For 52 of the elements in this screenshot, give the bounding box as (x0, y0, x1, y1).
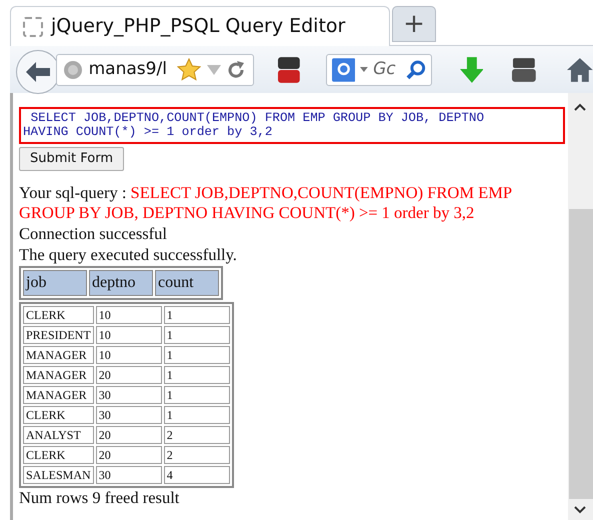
scroll-thumb[interactable] (569, 209, 593, 499)
scroll-up-icon[interactable] (574, 103, 586, 111)
page-icon (23, 16, 43, 36)
table-cell: 30 (96, 406, 162, 424)
new-tab-button[interactable]: + (392, 6, 436, 42)
search-bar[interactable]: Gc (326, 54, 432, 86)
table-cell: 20 (96, 366, 162, 384)
table-cell: CLERK (23, 306, 94, 324)
table-cell: 30 (96, 466, 162, 484)
back-arrow-icon (24, 60, 51, 82)
table-cell: 2 (164, 446, 230, 464)
home-icon[interactable] (567, 58, 593, 82)
column-header: deptno (89, 270, 153, 296)
table-cell: 10 (96, 346, 162, 364)
query-field[interactable]: SELECT JOB,DEPTNO,COUNT(EMPNO) FROM EMP GROUP BY JOB, DEPTNO HAVING COUNT(*) >= 1 order by 3,2 (19, 107, 565, 144)
table-cell: ANALYST (23, 426, 94, 444)
scrollbar[interactable] (568, 93, 593, 520)
scroll-down-icon[interactable] (574, 506, 586, 514)
star-icon[interactable] (176, 58, 201, 81)
table-cell: MANAGER (23, 386, 94, 404)
table-cell: 1 (164, 366, 230, 384)
table-cell: 20 (96, 426, 162, 444)
table-cell: 10 (96, 306, 162, 324)
column-header: job (23, 270, 87, 296)
table-cell: 1 (164, 406, 230, 424)
query-echo-text: Your sql-query : SELECT JOB,DEPTNO,COUNT(EMPNO) FROM EMP GROUP BY JOB, DEPTNO HAVING COUNT(*) >= 1 order by 3,2 (19, 182, 512, 222)
browser-tab[interactable]: jQuery_PHP_PSQL Query Editor (10, 6, 390, 46)
table-cell: SALESMAN (23, 466, 94, 484)
submit-button[interactable]: Submit Form (19, 147, 124, 170)
table-cell: 1 (164, 306, 230, 324)
tab-title: jQuery_PHP_PSQL Query Editor (51, 14, 346, 40)
table-cell: MANAGER (23, 346, 94, 364)
table-cell: 30 (96, 386, 162, 404)
table-cell: 4 (164, 466, 230, 484)
table-cell: 20 (96, 446, 162, 464)
search-icon[interactable] (406, 60, 426, 80)
message-text: Connection successful (19, 222, 168, 244)
table-cell: 1 (164, 386, 230, 404)
table-cell: CLERK (23, 446, 94, 464)
table-cell: MANAGER (23, 366, 94, 384)
message-text: The query executed successfully. (19, 244, 238, 264)
table-cell: PRESIDENT (23, 326, 94, 344)
status-text: Num rows 9 freed result (19, 488, 180, 506)
column-header: count (155, 270, 219, 296)
table-cell: CLERK (23, 406, 94, 424)
table-cell: 1 (164, 326, 230, 344)
reload-icon[interactable] (226, 60, 245, 78)
table-cell: 10 (96, 326, 162, 344)
table-cell: 1 (164, 346, 230, 364)
table-cell: 2 (164, 426, 230, 444)
dropdown-icon[interactable] (360, 67, 368, 72)
address-bar[interactable]: manas9/l (56, 54, 254, 86)
